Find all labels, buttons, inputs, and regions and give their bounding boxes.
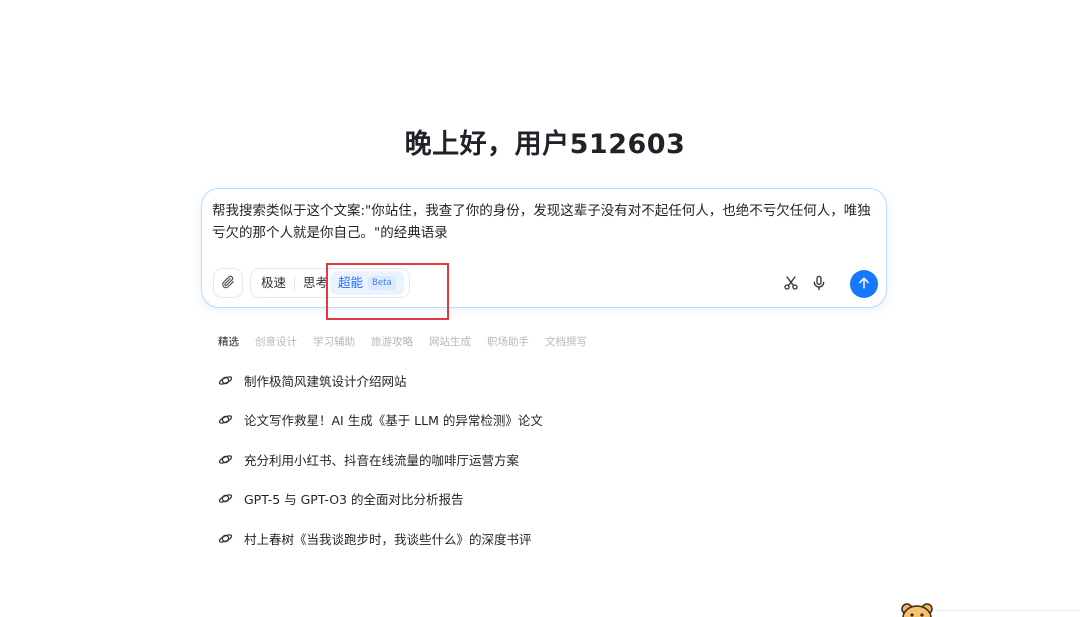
category-tabs: 精选 创意设计 学习辅助 旅游攻略 网站生成 职场助手 文档撰写: [218, 334, 587, 349]
send-button[interactable]: [850, 270, 878, 298]
home-page: 晚上好，用户512603 帮我搜索类似于这个文案:"你站住，我查了你的身份，发现…: [0, 0, 1080, 617]
planet-icon: [218, 373, 233, 388]
suggestion-item[interactable]: 村上春树《当我谈跑步时，我谈些什么》的深度书评: [218, 528, 543, 548]
planet-icon: [218, 412, 233, 427]
planet-icon: [218, 491, 233, 506]
tab-creative-design[interactable]: 创意设计: [255, 334, 297, 349]
microphone-icon: [811, 275, 827, 295]
suggestion-text: GPT-5 与 GPT-O3 的全面对比分析报告: [244, 492, 464, 507]
scissors-button[interactable]: [780, 274, 802, 296]
planet-icon: [218, 531, 233, 546]
suggestion-item[interactable]: GPT-5 与 GPT-O3 的全面对比分析报告: [218, 489, 543, 509]
suggestion-text: 论文写作救星！AI 生成《基于 LLM 的异常检测》论文: [244, 413, 543, 428]
tab-work-assistant[interactable]: 职场助手: [487, 334, 529, 349]
tab-featured[interactable]: 精选: [218, 334, 239, 349]
tab-study-aid[interactable]: 学习辅助: [313, 334, 355, 349]
highlight-annotation: [326, 263, 449, 320]
suggestion-item[interactable]: 制作极简风建筑设计介绍网站: [218, 370, 543, 390]
arrow-up-icon: [857, 275, 871, 294]
mode-fast[interactable]: 极速: [253, 271, 294, 295]
voice-input-button[interactable]: [808, 274, 830, 296]
attach-button[interactable]: [213, 268, 243, 298]
tab-website-gen[interactable]: 网站生成: [429, 334, 471, 349]
mode-think[interactable]: 思考: [295, 271, 330, 295]
scissors-icon: [783, 275, 799, 295]
suggestion-list: 制作极简风建筑设计介绍网站 论文写作救星！AI 生成《基于 LLM 的异常检测》…: [218, 370, 543, 568]
paperclip-icon: [221, 274, 235, 293]
suggestion-text: 制作极简风建筑设计介绍网站: [244, 373, 407, 389]
suggestion-item[interactable]: 充分利用小红书、抖音在线流量的咖啡厅运营方案: [218, 449, 543, 469]
suggestion-item[interactable]: 论文写作救星！AI 生成《基于 LLM 的异常检测》论文: [218, 410, 543, 430]
suggestion-text: 充分利用小红书、抖音在线流量的咖啡厅运营方案: [244, 452, 520, 468]
greeting-title: 晚上好，用户512603: [404, 129, 686, 160]
mascot-avatar[interactable]: [900, 602, 934, 617]
planet-icon: [218, 452, 233, 467]
prompt-input[interactable]: 帮我搜索类似于这个文案:"你站住，我查了你的身份，发现这辈子没有对不起任何人，也…: [212, 200, 876, 244]
tab-travel-guide[interactable]: 旅游攻略: [371, 334, 413, 349]
suggestion-text: 村上春树《当我谈跑步时，我谈些什么》的深度书评: [244, 531, 532, 547]
bottom-divider: [935, 610, 1080, 611]
tab-doc-writing[interactable]: 文档撰写: [545, 334, 587, 349]
